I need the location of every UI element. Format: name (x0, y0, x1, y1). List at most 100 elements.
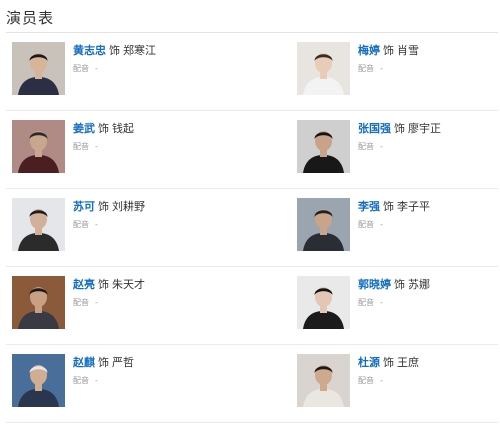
actor-name-link[interactable]: 苏可 (73, 200, 95, 213)
cast-info: 苏可饰刘耕野配音 - (73, 200, 145, 230)
role-name: 苏娜 (408, 278, 430, 291)
role-name: 王庶 (397, 356, 419, 369)
cast-line: 苏可饰刘耕野 (73, 200, 145, 214)
cast-info: 姜武饰钱起配音 - (73, 122, 134, 152)
dub-line: 配音 - (73, 376, 134, 386)
cast-info: 郭晓婷饰苏娜配音 - (358, 278, 430, 308)
role-name: 肖雪 (397, 44, 419, 57)
actor-name-link[interactable]: 赵麒 (73, 356, 95, 369)
dub-label: 配音 (73, 220, 89, 229)
cast-info: 杜源饰王庶配音 - (358, 356, 419, 386)
actor-name-link[interactable]: 李强 (358, 200, 380, 213)
dub-label: 配音 (358, 142, 374, 151)
section-title: 演员表 (6, 9, 55, 27)
actor-name-link[interactable]: 张国强 (358, 122, 391, 135)
cast-line: 杜源饰王庶 (358, 356, 419, 370)
actor-photo[interactable] (297, 42, 350, 95)
dub-line: 配音 - (358, 220, 430, 230)
actor-name-link[interactable]: 杜源 (358, 356, 380, 369)
actor-name-link[interactable]: 赵亮 (73, 278, 95, 291)
dub-value: - (95, 64, 98, 73)
actor-portrait-icon (297, 120, 350, 173)
dub-label: 配音 (358, 220, 374, 229)
actor-portrait-icon (297, 276, 350, 329)
role-name: 严哲 (112, 356, 134, 369)
cast-line: 赵亮饰朱天才 (73, 278, 145, 292)
dub-line: 配音 - (73, 142, 134, 152)
dub-label: 配音 (73, 298, 89, 307)
dub-label: 配音 (358, 298, 374, 307)
cast-row: 赵麒饰严哲 配音 - 杜源饰王庶 配音 - (6, 345, 498, 423)
role-prefix: 饰 (98, 122, 109, 135)
actor-photo[interactable] (12, 120, 65, 173)
dub-value: - (380, 376, 383, 385)
role-prefix: 饰 (98, 278, 109, 291)
role-name: 刘耕野 (112, 200, 145, 213)
role-name: 郑寒江 (123, 44, 156, 57)
role-prefix: 饰 (98, 200, 109, 213)
dub-line: 配音 - (358, 376, 419, 386)
dub-line: 配音 - (73, 298, 145, 308)
dub-label: 配音 (358, 376, 374, 385)
actor-name-link[interactable]: 黄志忠 (73, 44, 106, 57)
role-prefix: 饰 (383, 356, 394, 369)
actor-photo[interactable] (12, 276, 65, 329)
cast-info: 赵麒饰严哲配音 - (73, 356, 134, 386)
actor-portrait-icon (12, 354, 65, 407)
cast-line: 郭晓婷饰苏娜 (358, 278, 430, 292)
actor-name-link[interactable]: 郭晓婷 (358, 278, 391, 291)
dub-label: 配音 (358, 64, 374, 73)
role-prefix: 饰 (394, 278, 405, 291)
actor-photo[interactable] (12, 354, 65, 407)
actor-portrait-icon (297, 198, 350, 251)
cast-row: 苏可饰刘耕野 配音 - 李强饰李子平 配音 - (6, 189, 498, 267)
dub-line: 配音 - (73, 220, 145, 230)
role-prefix: 饰 (394, 122, 405, 135)
dub-label: 配音 (73, 142, 89, 151)
dub-label: 配音 (73, 376, 89, 385)
actor-photo[interactable] (12, 42, 65, 95)
actor-name-link[interactable]: 梅婷 (358, 44, 380, 57)
actor-name-link[interactable]: 姜武 (73, 122, 95, 135)
dub-value: - (95, 376, 98, 385)
cast-info: 赵亮饰朱天才配音 - (73, 278, 145, 308)
cast-row: 黄志忠饰郑寒江 配音 - 梅婷饰肖雪 配音 - (6, 33, 498, 111)
actor-portrait-icon (297, 42, 350, 95)
actor-portrait-icon (297, 354, 350, 407)
role-prefix: 饰 (109, 44, 120, 57)
dub-label: 配音 (73, 64, 89, 73)
role-name: 李子平 (397, 200, 430, 213)
cast-line: 李强饰李子平 (358, 200, 430, 214)
cast-line: 张国强饰廖宇正 (358, 122, 441, 136)
actor-photo[interactable] (297, 120, 350, 173)
role-name: 廖宇正 (408, 122, 441, 135)
dub-value: - (380, 64, 383, 73)
cast-line: 黄志忠饰郑寒江 (73, 44, 156, 58)
dub-value: - (95, 298, 98, 307)
actor-photo[interactable] (297, 354, 350, 407)
dub-line: 配音 - (358, 142, 441, 152)
role-name: 钱起 (112, 122, 134, 135)
actor-photo[interactable] (297, 198, 350, 251)
cast-info: 张国强饰廖宇正配音 - (358, 122, 441, 152)
cast-info: 梅婷饰肖雪 配音 - (358, 44, 419, 74)
dub-line: 配音 - (358, 64, 419, 74)
cast-info: 李强饰李子平配音 - (358, 200, 430, 230)
cast-line: 姜武饰钱起 (73, 122, 134, 136)
cast-line: 赵麒饰严哲 (73, 356, 134, 370)
actor-portrait-icon (12, 276, 65, 329)
cast-info: 黄志忠饰郑寒江配音 - (73, 44, 156, 74)
actor-photo[interactable] (12, 198, 65, 251)
cast-row: 姜武饰钱起 配音 - 张国强饰廖宇正 配音 - (6, 111, 498, 189)
dub-value: - (380, 142, 383, 151)
cast-list: 黄志忠饰郑寒江 配音 - 梅婷饰肖雪 配音 - 姜武饰钱起 配音 - 张国强饰廖宇正 配音 - … (6, 33, 498, 423)
dub-value: - (95, 220, 98, 229)
actor-photo[interactable] (297, 276, 350, 329)
role-prefix: 饰 (98, 356, 109, 369)
dub-line: 配音 - (358, 298, 430, 308)
actor-portrait-icon (12, 42, 65, 95)
dub-value: - (380, 298, 383, 307)
dub-value: - (380, 220, 383, 229)
role-prefix: 饰 (383, 200, 394, 213)
actor-portrait-icon (12, 198, 65, 251)
